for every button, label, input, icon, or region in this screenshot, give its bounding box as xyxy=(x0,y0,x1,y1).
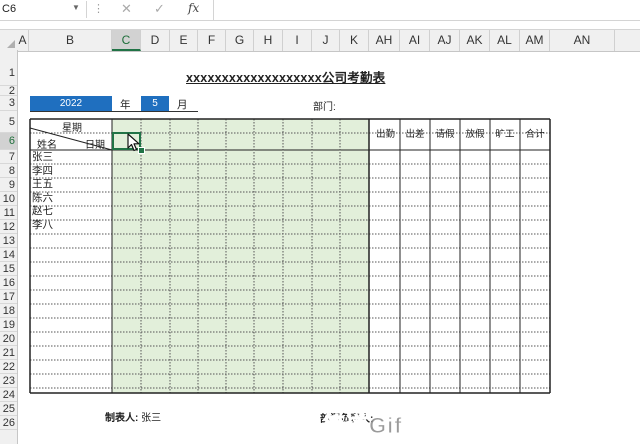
header-name: 姓名 xyxy=(37,140,57,151)
summary-header-attendance: 出勤 xyxy=(375,129,395,140)
attendance-grid xyxy=(29,118,551,394)
watermark: 简道Gif动图 xyxy=(323,413,449,439)
employee-name[interactable]: 王五 xyxy=(32,178,53,192)
summary-header-absent: 旷工 xyxy=(495,129,515,140)
employee-list: 张三 李四 王五 陈六 赵七 李八 xyxy=(32,151,53,232)
employee-name[interactable]: 李八 xyxy=(32,219,53,233)
cursor-icon xyxy=(127,133,140,152)
employee-name[interactable]: 张三 xyxy=(32,151,53,165)
summary-header-total: 合计 xyxy=(525,129,545,140)
header-week: 星期 xyxy=(62,123,82,134)
employee-name[interactable]: 陈六 xyxy=(32,192,53,206)
maker-name[interactable]: 张三 xyxy=(141,413,161,424)
employee-name[interactable]: 李四 xyxy=(32,165,53,179)
maker-label: 制表人: xyxy=(105,413,139,424)
summary-header-holiday: 放假 xyxy=(465,129,485,140)
header-date: 日期 xyxy=(85,140,105,151)
summary-header-leave: 请假 xyxy=(435,129,455,140)
footer-maker: 制表人: 张三 xyxy=(105,409,161,424)
employee-name[interactable]: 赵七 xyxy=(32,205,53,219)
summary-header-business-trip: 出差 xyxy=(405,129,425,140)
